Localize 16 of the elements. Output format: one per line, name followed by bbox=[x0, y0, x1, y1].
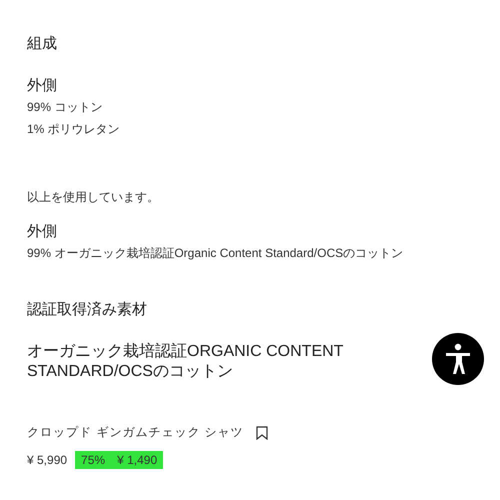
group-heading: 外側 bbox=[27, 222, 58, 242]
certified-material: オーガニック栽培認証ORGANIC CONTENT STANDARD/OCSのコットン bbox=[27, 342, 344, 382]
sale-price: ¥ 1,490 bbox=[117, 453, 158, 467]
section-title: 認証取得済み素材 bbox=[27, 300, 148, 320]
material-line: 99% コットン bbox=[27, 99, 104, 116]
section-title: 組成 bbox=[27, 34, 58, 54]
accessibility-button[interactable] bbox=[432, 333, 484, 385]
group-heading: 外側 bbox=[27, 76, 58, 96]
original-price: ¥ 5,990 bbox=[27, 453, 68, 467]
usage-note: 以上を使用しています。 bbox=[27, 189, 160, 206]
discount-label: 75% bbox=[81, 453, 106, 467]
bookmark-icon[interactable] bbox=[256, 426, 268, 440]
material-line: 1% ポリウレタン bbox=[27, 121, 121, 138]
product-name: クロップド ギンガムチェック シャツ bbox=[27, 424, 244, 441]
accessibility-icon bbox=[443, 342, 473, 376]
material-line: 99% オーガニック栽培認証Organic Content Standard/OCSのコットン bbox=[27, 245, 404, 262]
